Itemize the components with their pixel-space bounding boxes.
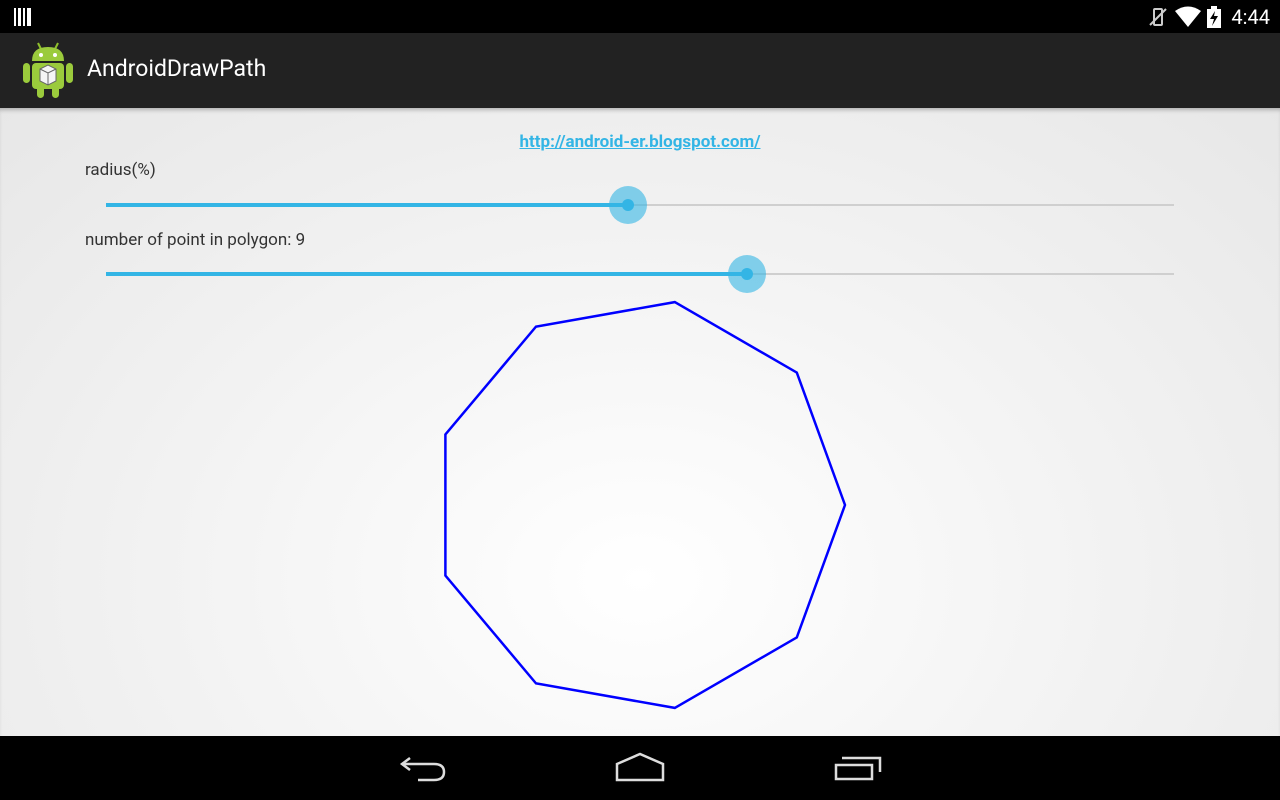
- blog-link[interactable]: http://android-er.blogspot.com/: [0, 132, 1280, 152]
- battery-charging-icon: [1207, 5, 1222, 28]
- polygon-shape: [444, 300, 847, 710]
- barcode-icon: [14, 8, 31, 26]
- status-time: 4:44: [1231, 4, 1270, 29]
- action-bar: AndroidDrawPath: [0, 33, 1280, 108]
- app-title: AndroidDrawPath: [87, 55, 267, 82]
- points-label: number of point in polygon: 9: [85, 230, 306, 250]
- recents-icon[interactable]: [830, 750, 886, 786]
- status-bar: 4:44: [0, 0, 1280, 33]
- status-icons: 4:44: [1147, 0, 1270, 33]
- main-content: http://android-er.blogspot.com/ radius(%…: [0, 108, 1280, 736]
- points-seekbar-thumb-dot: [741, 268, 753, 280]
- wifi-icon: [1175, 6, 1202, 27]
- nav-bar: [0, 736, 1280, 800]
- radius-label: radius(%): [85, 160, 156, 180]
- points-seekbar-progress: [106, 272, 747, 276]
- back-icon[interactable]: [398, 750, 450, 786]
- home-icon[interactable]: [612, 750, 668, 786]
- radius-seekbar-thumb-dot: [622, 199, 634, 211]
- radius-seekbar[interactable]: [106, 185, 1174, 225]
- points-seekbar[interactable]: [106, 254, 1174, 294]
- vibrate-off-icon: [1149, 7, 1168, 26]
- radius-seekbar-thumb[interactable]: [609, 186, 647, 224]
- points-seekbar-thumb[interactable]: [728, 255, 766, 293]
- android-app-icon[interactable]: [22, 41, 74, 99]
- radius-seekbar-progress: [106, 203, 628, 207]
